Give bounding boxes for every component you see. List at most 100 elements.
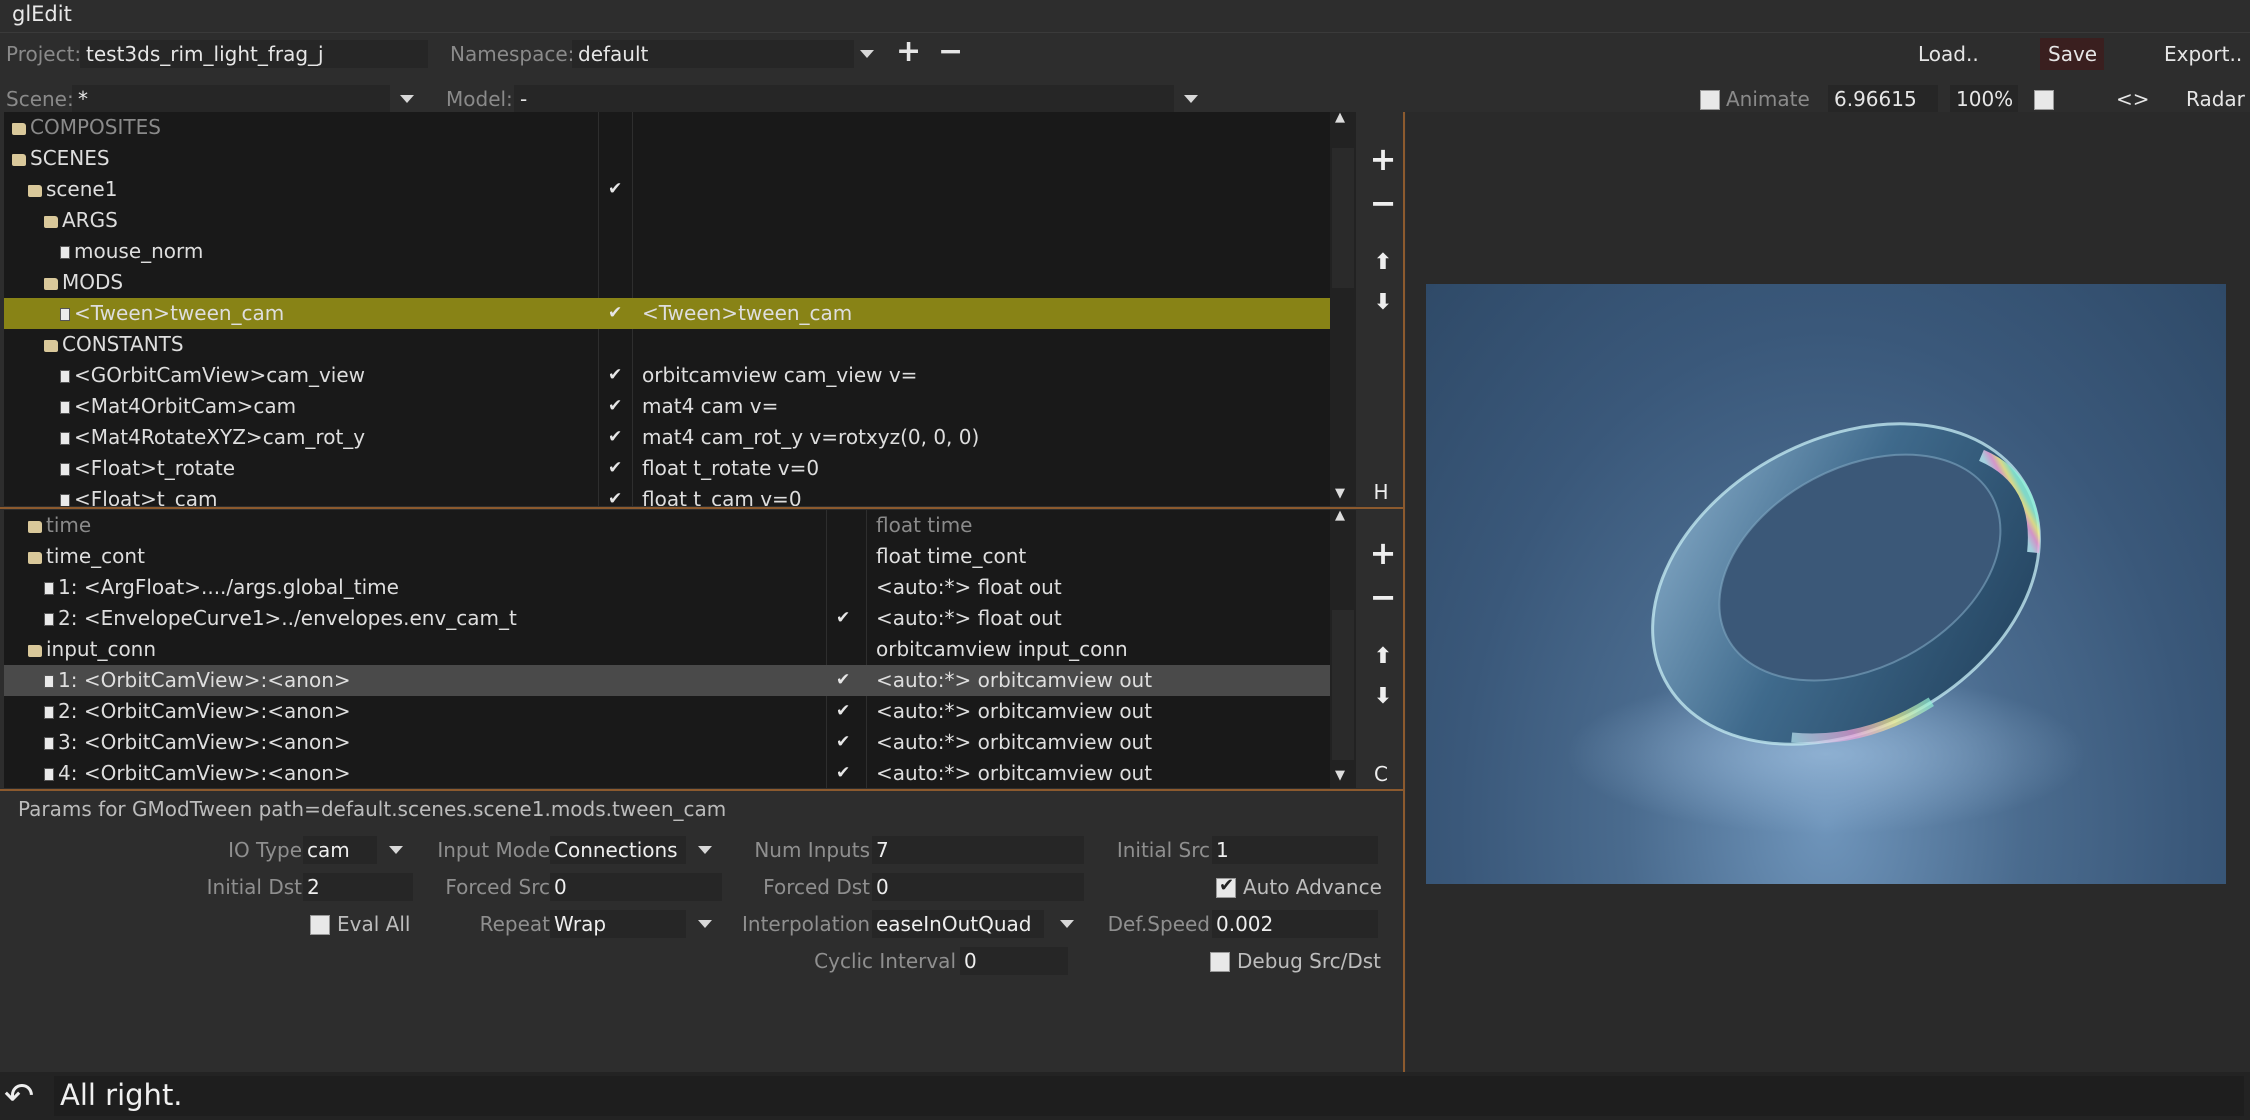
- viewport-splitter[interactable]: [1403, 112, 1405, 1072]
- tree-remove-button[interactable]: −: [1368, 184, 1398, 222]
- conn-move-up-icon[interactable]: ⬆: [1368, 644, 1398, 669]
- conn-scrollbar[interactable]: ▲ ▼: [1330, 508, 1356, 788]
- panel-splitter-1[interactable]: [0, 507, 1404, 509]
- tree-scroll-thumb[interactable]: [1332, 148, 1354, 288]
- time-field[interactable]: 6.96615: [1828, 85, 1938, 113]
- tree-row[interactable]: <Mat4RotateXYZ>cam_rot_y ✔ mat4 cam_rot_y …: [4, 422, 1330, 453]
- conn-row[interactable]: 1: <OrbitCamView>:<anon> ✔ <auto:*> orbitc…: [4, 665, 1330, 696]
- def-speed-field[interactable]: 0.002: [1212, 910, 1378, 938]
- enabled-check-icon[interactable]: ✔: [836, 670, 850, 690]
- project-field[interactable]: test3ds_rim_light_frag_j: [80, 40, 428, 68]
- tree-move-down-icon[interactable]: ⬇: [1368, 290, 1398, 315]
- enabled-check-icon[interactable]: ✔: [608, 489, 622, 506]
- conn-row[interactable]: 2: <OrbitCamView>:<anon> ✔ <auto:*> orbitc…: [4, 696, 1330, 727]
- conn-remove-button[interactable]: −: [1368, 578, 1398, 616]
- undo-arrow-icon[interactable]: ↶: [4, 1076, 34, 1117]
- remove-namespace-button[interactable]: −: [938, 34, 963, 69]
- tree-row[interactable]: <Float>t_rotate ✔ float t_rotate v=0: [4, 453, 1330, 484]
- eval-all-checkbox[interactable]: [310, 915, 330, 935]
- model-select[interactable]: -: [514, 85, 1174, 113]
- debug-src-dst-checkbox[interactable]: [1210, 952, 1230, 972]
- enabled-check-icon[interactable]: ✔: [608, 458, 622, 478]
- tree-scroll-down-icon[interactable]: ▼: [1335, 486, 1345, 501]
- enabled-check-icon[interactable]: ✔: [608, 427, 622, 447]
- initial-dst-field[interactable]: 2: [303, 873, 413, 901]
- interpolation-select[interactable]: easeInOutQuad: [872, 910, 1044, 938]
- viewport-panel[interactable]: [1406, 112, 2250, 1072]
- conn-row[interactable]: 4: <OrbitCamView>:<anon> ✔ <auto:*> orbitc…: [4, 758, 1330, 788]
- zoom-checkbox[interactable]: [2034, 90, 2054, 110]
- tree-row-text: <Float>t_cam: [74, 487, 218, 506]
- enabled-check-icon[interactable]: ✔: [836, 701, 850, 721]
- conn-scroll-up-icon[interactable]: ▲: [1335, 508, 1345, 523]
- tree-move-up-icon[interactable]: ⬆: [1368, 250, 1398, 275]
- tree-row-label: mouse_norm: [60, 236, 203, 267]
- load-button[interactable]: Load..: [1918, 42, 1979, 66]
- tree-row[interactable]: MODS: [4, 267, 1330, 298]
- forced-dst-field[interactable]: 0: [872, 873, 1084, 901]
- tree-add-button[interactable]: +: [1368, 140, 1398, 178]
- conn-row[interactable]: time float time: [4, 510, 1330, 541]
- tree-row-label: <Tween>tween_cam: [60, 298, 284, 329]
- conn-row-text: 1: <ArgFloat>..../args.global_time: [58, 575, 399, 599]
- enabled-check-icon[interactable]: ✔: [836, 608, 850, 628]
- tree-scrollbar[interactable]: ▲ ▼: [1330, 110, 1356, 506]
- forced-src-field[interactable]: 0: [550, 873, 722, 901]
- export-button[interactable]: Export..: [2164, 42, 2242, 66]
- tree-row[interactable]: <GOrbitCamView>cam_view ✔ orbitcamview cam…: [4, 360, 1330, 391]
- repeat-select[interactable]: Wrap: [550, 910, 686, 938]
- num-inputs-field[interactable]: 7: [872, 836, 1084, 864]
- tree-row[interactable]: ARGS: [4, 205, 1330, 236]
- interpolation-dropdown-icon[interactable]: [1060, 920, 1074, 928]
- tree-row[interactable]: SCENES: [4, 143, 1330, 174]
- tree-row[interactable]: mouse_norm: [4, 236, 1330, 267]
- enabled-check-icon[interactable]: ✔: [608, 396, 622, 416]
- conn-row[interactable]: input_conn orbitcamview input_conn: [4, 634, 1330, 665]
- repeat-dropdown-icon[interactable]: [698, 920, 712, 928]
- input-mode-dropdown-icon[interactable]: [698, 846, 712, 854]
- zoom-field[interactable]: 100%: [1950, 85, 2018, 113]
- add-namespace-button[interactable]: +: [896, 34, 921, 69]
- tree-row[interactable]: COMPOSITES: [4, 112, 1330, 143]
- io-type-dropdown-icon[interactable]: [389, 846, 403, 854]
- enabled-check-icon[interactable]: ✔: [836, 763, 850, 783]
- model-dropdown-icon[interactable]: [1184, 95, 1198, 103]
- enabled-check-icon[interactable]: ✔: [836, 732, 850, 752]
- conn-row[interactable]: time_cont float time_cont: [4, 541, 1330, 572]
- tree-row[interactable]: scene1 ✔: [4, 174, 1330, 205]
- enabled-check-icon[interactable]: ✔: [608, 303, 622, 323]
- folder-icon: [28, 552, 42, 564]
- animate-checkbox[interactable]: [1700, 90, 1720, 110]
- conn-row-text: input_conn: [46, 637, 157, 661]
- namespace-dropdown-icon[interactable]: [860, 50, 874, 58]
- io-type-select[interactable]: cam: [303, 836, 377, 864]
- render-canvas[interactable]: [1426, 284, 2226, 884]
- tree-row[interactable]: <Float>t_cam ✔ float t_cam v=0: [4, 484, 1330, 506]
- scene-select[interactable]: *: [72, 85, 390, 113]
- tree-scroll-up-icon[interactable]: ▲: [1335, 110, 1345, 125]
- enabled-check-icon[interactable]: ✔: [608, 179, 622, 199]
- radar-button[interactable]: Radar: [2186, 87, 2245, 111]
- auto-advance-checkbox[interactable]: [1216, 875, 1236, 898]
- swap-button[interactable]: <>: [2116, 87, 2150, 111]
- document-icon: [60, 246, 70, 259]
- tree-row[interactable]: CONSTANTS: [4, 329, 1330, 360]
- conn-add-button[interactable]: +: [1368, 534, 1398, 572]
- conn-row[interactable]: 1: <ArgFloat>..../args.global_time <auto:…: [4, 572, 1330, 603]
- conn-move-down-icon[interactable]: ⬇: [1368, 684, 1398, 709]
- cyclic-interval-field[interactable]: 0: [960, 947, 1068, 975]
- num-inputs-label: Num Inputs: [754, 838, 870, 862]
- tree-row[interactable]: <Tween>tween_cam ✔ <Tween>tween_cam: [4, 298, 1330, 329]
- conn-row-label: 2: <EnvelopeCurve1>../envelopes.env_cam_…: [44, 603, 517, 634]
- enabled-check-icon[interactable]: ✔: [608, 365, 622, 385]
- conn-scroll-down-icon[interactable]: ▼: [1335, 768, 1345, 783]
- tree-row[interactable]: <Mat4OrbitCam>cam ✔ mat4 cam v=: [4, 391, 1330, 422]
- conn-row[interactable]: 3: <OrbitCamView>:<anon> ✔ <auto:*> orbitc…: [4, 727, 1330, 758]
- conn-row[interactable]: 2: <EnvelopeCurve1>../envelopes.env_cam_…: [4, 603, 1330, 634]
- namespace-select[interactable]: default: [572, 40, 854, 68]
- conn-scroll-thumb[interactable]: [1332, 610, 1354, 760]
- scene-dropdown-icon[interactable]: [400, 95, 414, 103]
- input-mode-select[interactable]: Connections: [550, 836, 686, 864]
- initial-src-field[interactable]: 1: [1212, 836, 1378, 864]
- save-button[interactable]: Save: [2040, 38, 2104, 70]
